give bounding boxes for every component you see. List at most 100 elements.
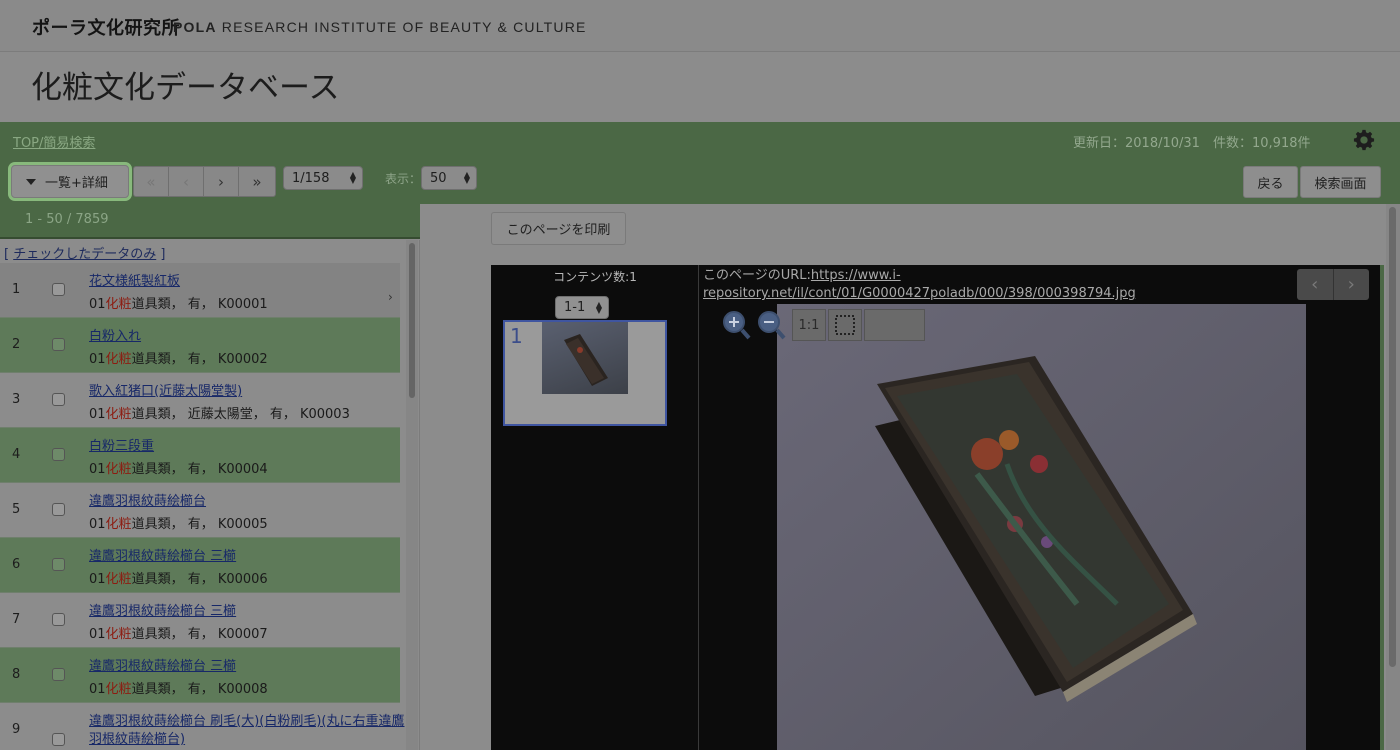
row-meta-post: 道具類， 有， K00005 [131,517,268,532]
row-checkbox[interactable] [52,393,65,406]
thumbnail-image[interactable] [542,322,628,394]
content-select[interactable]: 1-1 ▲ ▼ [555,296,609,319]
url-link-cont[interactable]: repository.net/il/cont/01/G0000427poladb… [703,286,1136,301]
row-number: 3 [12,392,21,407]
row-meta: 01化粧道具類， 有， K00005 [89,513,268,532]
next-page-button[interactable]: › [204,167,239,196]
image-nav: ‹ › [1297,269,1369,300]
print-page-button[interactable]: このページを印刷 [491,212,626,245]
row-checkbox[interactable] [52,338,65,351]
per-page-label: 表示： [385,172,422,186]
thumbnail-number: 1 [510,324,523,348]
main-artwork [777,304,1306,750]
table-row[interactable]: 7 違鷹羽根紋蒔絵櫛台 三櫛 01化粧道具類， 有， K00007 [0,593,400,648]
site-header: ポーラ文化研究所 POLA RESEARCH INSTITUTE OF BEAU… [0,0,1400,52]
viewer-edge [1380,265,1384,750]
row-title-link[interactable]: 白粉入れ [89,325,141,344]
table-row[interactable]: 1 花文様紙製紅板 01化粧道具類， 有， K00001 › [0,263,400,318]
zoom-reset-button[interactable]: 1:1 [792,309,826,341]
per-page-select[interactable]: 50 ▲ ▼ [421,166,477,190]
row-meta-post: 道具類， 有， K00004 [131,462,268,477]
row-meta-pre: 01 [89,682,106,697]
row-meta-post: 道具類， 有， K00002 [131,352,268,367]
gear-icon[interactable] [1353,129,1375,151]
results-scrollbar[interactable] [406,240,418,750]
fit-screen-button[interactable] [828,309,862,341]
row-meta-highlight: 化粧 [105,572,132,587]
row-checkbox[interactable] [52,283,65,296]
row-number: 4 [12,447,21,462]
prev-page-button[interactable]: ‹ [169,167,204,196]
row-title-link[interactable]: 花文様紙製紅板 [89,270,180,289]
per-page-value: 50 [430,170,447,186]
row-title-link[interactable]: 歌入紅猪口(近藤太陽堂製) [89,380,242,399]
row-meta-pre: 01 [89,627,106,642]
table-row[interactable]: 8 違鷹羽根紋蒔絵櫛台 三櫛 01化粧道具類， 有， K00008 [0,648,400,703]
table-row[interactable]: 2 白粉入れ 01化粧道具類， 有， K00002 [0,318,400,373]
row-checkbox[interactable] [52,668,65,681]
select-arrows-icon: ▲ ▼ [595,299,602,315]
row-meta-pre: 01 [89,352,106,367]
row-checkbox[interactable] [52,733,65,746]
table-row[interactable]: 9 違鷹羽根紋蒔絵櫛台 刷毛(大)(白粉刷毛)(丸に右重違鷹 羽根紋蒔絵櫛台) [0,703,405,750]
row-meta-highlight: 化粧 [105,407,132,422]
brand-en-bold: POLA [173,19,217,35]
row-title-link[interactable]: 違鷹羽根紋蒔絵櫛台 刷毛(大)(白粉刷毛)(丸に右重違鷹 [89,710,405,729]
zoom-out-icon[interactable] [756,309,786,341]
record-count: 件数：10,918件 [1213,136,1311,151]
result-range: 1 - 50 / 7859 [0,204,420,239]
row-checkbox[interactable] [52,613,65,626]
view-mode-dropdown[interactable]: 一覧+詳細 [11,165,129,198]
breadcrumb[interactable]: TOP/簡易検索 [13,132,95,151]
row-title-link[interactable]: 違鷹羽根紋蒔絵櫛台 三櫛 [89,600,236,619]
row-number: 5 [12,502,21,517]
back-button[interactable]: 戻る [1243,166,1298,198]
page-select[interactable]: 1/158 ▲ ▼ [283,166,363,190]
table-row[interactable]: 3 歌入紅猪口(近藤太陽堂製) 01化粧道具類， 近藤太陽堂， 有， K0000… [0,373,400,428]
caret-down-icon [26,178,36,185]
next-image-button[interactable]: › [1334,269,1370,300]
page-title: 化粧文化データベース [31,70,340,106]
row-meta: 01化粧道具類， 有， K00007 [89,623,268,642]
zoom-in-icon[interactable] [721,309,751,341]
row-meta-post: 道具類， 有， K00008 [131,682,268,697]
row-meta-post: 道具類， 有， K00006 [131,572,268,587]
table-row[interactable]: 4 白粉三段重 01化粧道具類， 有， K00004 [0,428,400,483]
row-meta-pre: 01 [89,517,106,532]
url-link[interactable]: https://www.i- [811,268,901,283]
row-meta-highlight: 化粧 [105,682,132,697]
content-select-value: 1-1 [564,300,586,315]
table-row[interactable]: 6 違鷹羽根紋蒔絵櫛台 三櫛 01化粧道具類， 有， K00006 [0,538,400,593]
first-page-button[interactable]: « [134,167,169,196]
search-screen-button[interactable]: 検索画面 [1300,166,1381,198]
brand-en-rest: RESEARCH INSTITUTE OF BEAUTY & CULTURE [216,19,587,35]
prev-image-button[interactable]: ‹ [1297,269,1334,300]
row-meta-pre: 01 [89,572,106,587]
row-title-link[interactable]: 違鷹羽根紋蒔絵櫛台 三櫛 [89,545,236,564]
bracket-close: ] [156,247,166,262]
row-title-link[interactable]: 白粉三段重 [89,435,154,454]
row-title-link-cont[interactable]: 羽根紋蒔絵櫛台) [89,728,185,747]
scrollbar-thumb[interactable] [409,243,415,398]
main-image[interactable] [777,304,1306,750]
row-meta-highlight: 化粧 [105,627,132,642]
row-checkbox[interactable] [52,503,65,516]
brand-logo-en[interactable]: POLA RESEARCH INSTITUTE OF BEAUTY & CULT… [173,19,587,35]
row-meta-highlight: 化粧 [105,517,132,532]
row-meta: 01化粧道具類， 有， K00006 [89,568,268,587]
scrollbar-thumb[interactable] [1389,207,1396,667]
last-page-button[interactable]: » [239,167,275,196]
row-number: 1 [12,282,21,297]
detail-scrollbar[interactable] [1386,204,1400,750]
table-row[interactable]: 5 違鷹羽根紋蒔絵櫛台 01化粧道具類， 有， K00005 [0,483,400,538]
brand-logo-jp[interactable]: ポーラ文化研究所 [32,14,180,40]
row-checkbox[interactable] [52,558,65,571]
row-title-link[interactable]: 違鷹羽根紋蒔絵櫛台 三櫛 [89,655,236,674]
row-meta-post: 道具類， 有， K00001 [131,297,268,312]
row-checkbox[interactable] [52,448,65,461]
row-meta-post: 道具類， 近藤太陽堂， 有， K00003 [131,407,350,422]
checked-only-link[interactable]: チェックしたデータのみ [13,247,156,262]
row-title-link[interactable]: 違鷹羽根紋蒔絵櫛台 [89,490,206,509]
row-meta-highlight: 化粧 [105,297,132,312]
page-select-value: 1/158 [292,170,330,186]
